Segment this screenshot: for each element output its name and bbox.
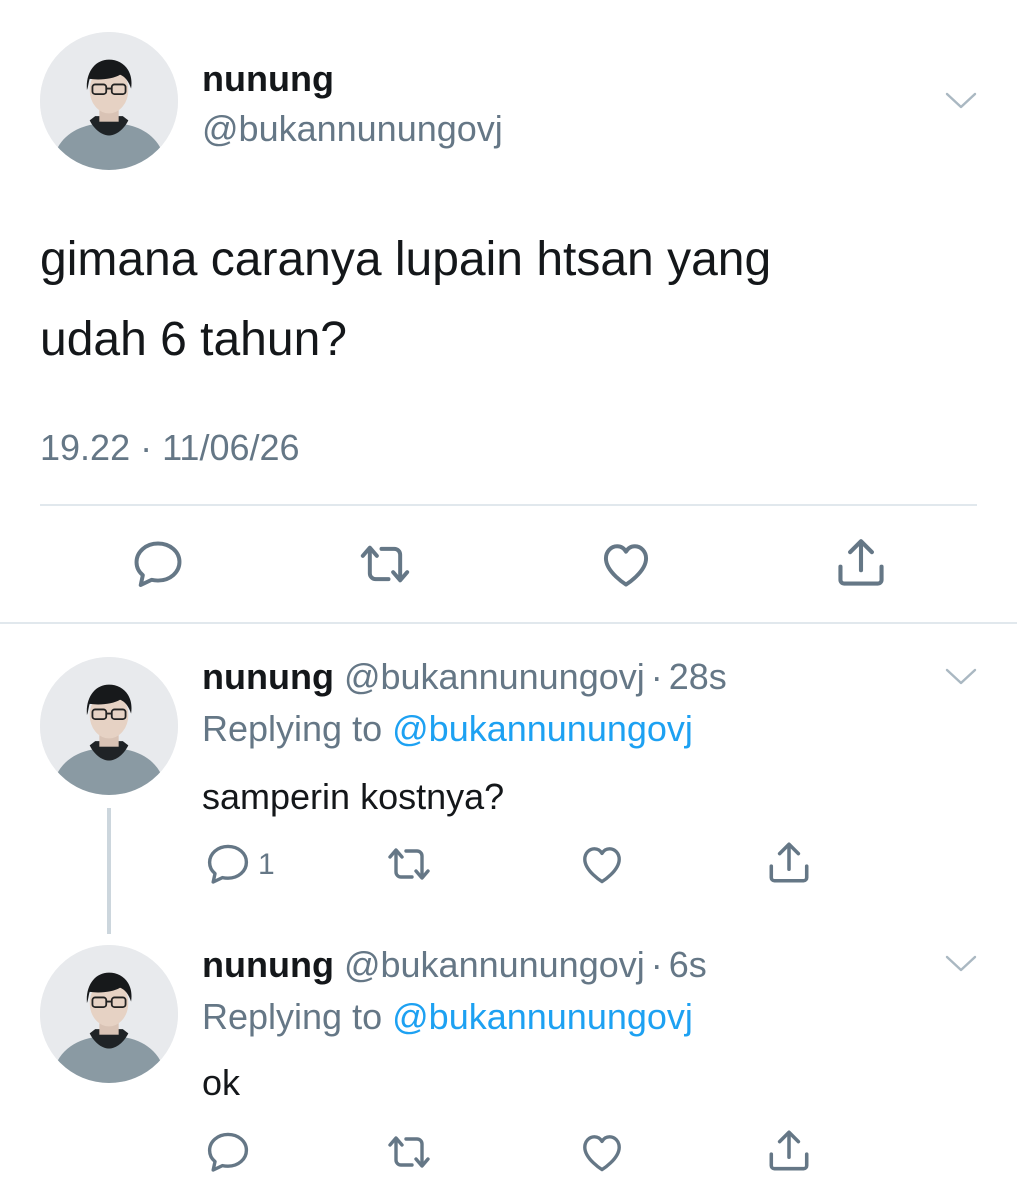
heart-icon[interactable] bbox=[578, 1128, 626, 1176]
reply-text: ok bbox=[202, 1062, 241, 1103]
handle[interactable]: @bukannunungovj bbox=[202, 108, 503, 150]
tweet-text-line: udah 6 tahun? bbox=[40, 313, 347, 366]
replying-to-label: Replying to bbox=[202, 708, 383, 749]
share-icon[interactable] bbox=[764, 1126, 814, 1176]
replying-to-link[interactable]: @bukannunungovj bbox=[392, 996, 693, 1037]
replying-to-line: Replying to @bukannunungovj bbox=[202, 996, 693, 1038]
separator: · bbox=[650, 944, 663, 985]
retweet-icon[interactable] bbox=[385, 840, 433, 888]
profile-photo bbox=[40, 32, 178, 170]
chevron-down-icon[interactable] bbox=[944, 666, 978, 688]
reply-count: 1 bbox=[258, 848, 275, 881]
reply-header: nunung @bukannunungovj · 6s bbox=[202, 944, 707, 986]
chevron-down-icon[interactable] bbox=[944, 90, 978, 112]
tweet-text-line: gimana caranya lupain htsan yang bbox=[40, 233, 772, 286]
profile-photo bbox=[40, 657, 178, 795]
reply-time[interactable]: 6s bbox=[669, 944, 707, 985]
handle[interactable]: @bukannunungovj bbox=[344, 944, 645, 985]
share-icon[interactable] bbox=[832, 534, 890, 592]
display-name[interactable]: nunung bbox=[202, 656, 334, 697]
avatar[interactable] bbox=[40, 945, 178, 1083]
heart-icon[interactable] bbox=[578, 840, 626, 888]
retweet-icon[interactable] bbox=[385, 1128, 433, 1176]
share-icon[interactable] bbox=[764, 838, 814, 888]
avatar[interactable] bbox=[40, 32, 178, 170]
reply-header: nunung @bukannunungovj · 28s bbox=[202, 656, 727, 698]
display-name[interactable]: nunung bbox=[202, 58, 334, 100]
profile-photo bbox=[40, 945, 178, 1083]
retweet-icon[interactable] bbox=[357, 536, 413, 592]
handle[interactable]: @bukannunungovj bbox=[344, 656, 645, 697]
tweet-text: gimana caranya lupain htsan yang udah 6 … bbox=[40, 220, 771, 380]
heart-icon[interactable] bbox=[598, 536, 654, 592]
replying-to-label: Replying to bbox=[202, 996, 383, 1037]
tweet-timestamp[interactable]: 19.22 · 11/06/26 bbox=[40, 426, 300, 470]
avatar[interactable] bbox=[40, 657, 178, 795]
thread-connector bbox=[107, 808, 111, 934]
replying-to-line: Replying to @bukannunungovj bbox=[202, 708, 693, 750]
reply-icon[interactable] bbox=[204, 840, 252, 888]
reply-icon[interactable] bbox=[204, 1128, 252, 1176]
display-name[interactable]: nunung bbox=[202, 944, 334, 985]
chevron-down-icon[interactable] bbox=[944, 953, 978, 975]
replying-to-link[interactable]: @bukannunungovj bbox=[392, 708, 693, 749]
reply-time[interactable]: 28s bbox=[669, 656, 727, 697]
reply-text: samperin kostnya? bbox=[202, 776, 505, 817]
reply-icon[interactable] bbox=[130, 536, 186, 592]
divider bbox=[40, 504, 977, 506]
divider bbox=[0, 622, 1017, 624]
separator: · bbox=[650, 656, 663, 697]
